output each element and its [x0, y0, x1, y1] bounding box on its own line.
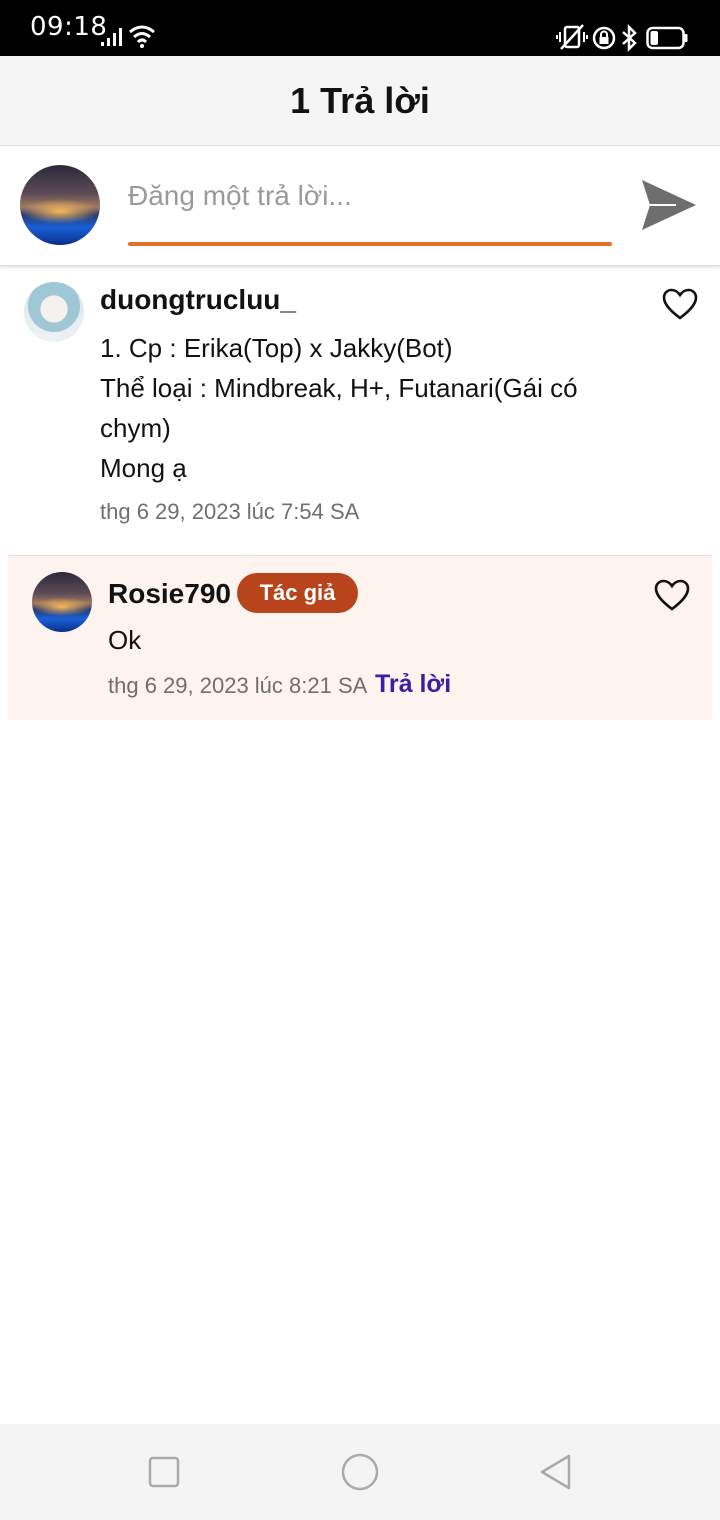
status-time: 09:18 [30, 12, 108, 42]
comment-username[interactable]: duongtrucluu_ [100, 284, 296, 316]
comment-line: Mong ạ [100, 453, 187, 483]
comment-body: 1. Cp : Erika(Top) x Jakky(Bot) Thể loại… [100, 328, 578, 488]
comment-item: duongtrucluu_ 1. Cp : Erika(Top) x Jakky… [0, 266, 720, 555]
heart-outline-icon[interactable] [654, 578, 690, 614]
home-circle-icon[interactable] [340, 1452, 380, 1492]
battery-icon [646, 26, 688, 50]
reply-timestamp: thg 6 29, 2023 lúc 8:21 SA [108, 673, 368, 698]
commenter-avatar [24, 282, 84, 342]
current-user-avatar [20, 165, 100, 245]
send-icon[interactable] [636, 172, 702, 238]
comment-line: Thể loại : Mindbreak, H+, Futanari(Gái c… [100, 373, 578, 403]
wifi-icon [129, 25, 155, 48]
header: 1 Trả lời [0, 56, 720, 146]
reply-composer [0, 146, 720, 266]
signal-icon [101, 28, 122, 46]
author-reply-item: Rosie790 Tác giả Ok thg 6 29, 2023 lúc 8… [8, 555, 712, 720]
reply-username[interactable]: Rosie790 [108, 578, 231, 610]
recents-square-icon[interactable] [144, 1452, 184, 1492]
input-underline [128, 242, 612, 246]
author-badge: Tác giả [237, 573, 358, 613]
back-triangle-icon[interactable] [536, 1452, 576, 1492]
comment-line: chym) [100, 413, 171, 443]
reply-button[interactable]: Trả lời [375, 670, 451, 699]
bluetooth-icon [622, 24, 637, 52]
comment-line: 1. Cp : Erika(Top) x Jakky(Bot) [100, 333, 453, 363]
rotation-lock-icon [592, 26, 616, 50]
vibrate-icon [556, 24, 588, 50]
reply-input[interactable] [128, 166, 612, 226]
reply-body: Ok [108, 625, 142, 655]
status-bar: 09:18 [0, 0, 720, 56]
comment-timestamp: thg 6 29, 2023 lúc 7:54 SA [100, 499, 360, 524]
heart-outline-icon[interactable] [662, 287, 698, 323]
system-nav-bar [0, 1424, 720, 1520]
page-title: 1 Trả lời [290, 80, 430, 121]
author-avatar [32, 572, 92, 632]
